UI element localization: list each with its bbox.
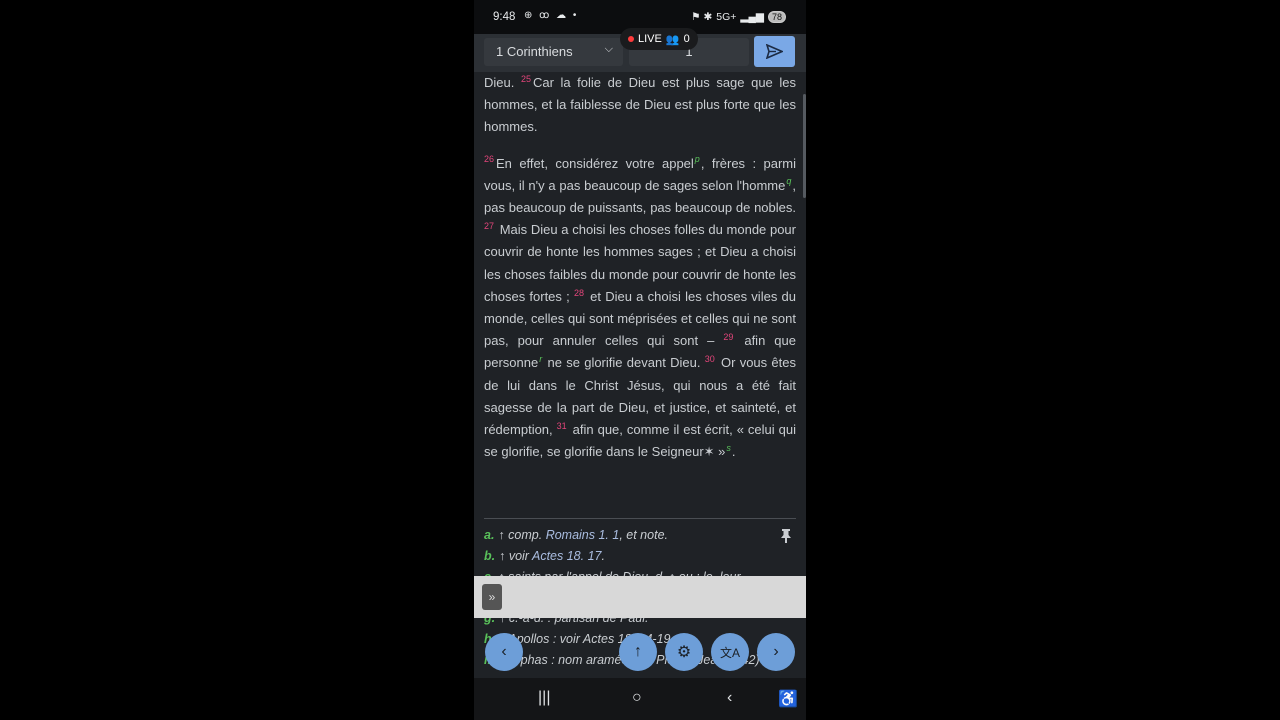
footnote-marker[interactable]: q: [786, 176, 791, 186]
home-button[interactable]: ○: [632, 689, 642, 707]
translate-button[interactable]: 文A: [711, 633, 749, 671]
network-label: 5G+: [716, 11, 737, 23]
live-dot-icon: [628, 36, 634, 42]
bible-text: Dieu. 25 Car la folie de Dieu est plus sa…: [484, 72, 796, 463]
back-button[interactable]: ‹: [727, 689, 732, 707]
pin-icon[interactable]: [780, 528, 792, 544]
footnote-reference: Romains 1. 1: [545, 528, 620, 542]
footnote-letter: b.: [484, 549, 496, 563]
next-chapter-button[interactable]: ›: [757, 633, 795, 671]
phone-screen: 9:48 ⊕ ꝏ ☁ • ⚑ ✱ 5G+ ▂▄▆ 78 1 Corinthien…: [474, 0, 806, 720]
footnote[interactable]: a. ↑ comp. Romains 1. 1, et note.: [484, 525, 784, 546]
book-select[interactable]: 1 Corinthiens ⌵: [484, 38, 623, 66]
verse-text: En effet, considérez votre appel: [496, 155, 694, 171]
footnote-reference: Actes 18. 17: [531, 549, 602, 563]
live-label: LIVE: [638, 33, 662, 45]
verse-text: Dieu.: [484, 75, 521, 90]
recents-button[interactable]: |||: [538, 689, 550, 707]
verse-number: 28: [573, 287, 584, 298]
previous-chapter-button[interactable]: ‹: [485, 633, 523, 671]
scroll-top-button[interactable]: ↑: [619, 633, 657, 671]
signal-icon: ⚑ ✱: [691, 11, 713, 23]
footnote-text: .: [601, 549, 605, 563]
scrollbar[interactable]: [803, 94, 806, 198]
paragraph: 26 En effet, considérez votre appelp, frè…: [484, 153, 796, 464]
verse-number: 31: [556, 420, 567, 431]
collapsed-panel: »: [474, 576, 806, 618]
verse-text: ne se glorifie devant Dieu.: [543, 355, 705, 371]
footnote-text: ↑ voir: [499, 549, 532, 563]
footnote[interactable]: b. ↑ voir Actes 18. 17.: [484, 546, 784, 567]
verse-number: 25: [520, 73, 531, 84]
gear-icon: ⚙: [676, 644, 692, 661]
verse-number: 26: [484, 154, 495, 165]
verse-text: .: [731, 444, 736, 460]
footnote-letter: a.: [484, 528, 495, 542]
system-nav-bar: ||| ○ ‹ ♿: [474, 678, 806, 720]
viewers-icon: 👥: [665, 33, 680, 46]
notification-icons: ⊕ ꝏ ☁ •: [524, 10, 579, 21]
battery-icon: 78: [767, 11, 786, 23]
footnote-text: ↑ comp.: [498, 528, 546, 542]
accessibility-button[interactable]: ♿: [778, 689, 798, 709]
paragraph: Dieu. 25 Car la folie de Dieu est plus sa…: [484, 72, 796, 139]
footnote-marker[interactable]: p: [695, 154, 700, 164]
viewers-count: 0: [683, 33, 690, 45]
expand-panel-button[interactable]: »: [482, 584, 502, 610]
translate-icon: 文A: [719, 645, 740, 660]
verse-number: 29: [723, 331, 734, 342]
chevron-right-icon: ›: [773, 643, 779, 660]
footnote-marker[interactable]: s: [726, 443, 731, 453]
chevron-left-icon: ‹: [501, 643, 507, 660]
verse-number: 30: [704, 354, 715, 365]
divider: [484, 518, 796, 519]
status-time: 9:48: [493, 11, 516, 23]
signal-bars-icon: ▂▄▆: [740, 11, 764, 23]
verse-number: 27: [484, 220, 495, 231]
send-icon: [766, 44, 783, 59]
book-select-label: 1 Corinthiens: [496, 44, 573, 59]
go-button[interactable]: [754, 36, 795, 67]
status-right: ⚑ ✱ 5G+ ▂▄▆ 78: [691, 11, 786, 23]
footnote-marker[interactable]: r: [539, 354, 542, 364]
footnote-text: ↑ Apollos : voir Actes 18. 24-19. 1: [499, 632, 685, 646]
arrow-up-icon: ↑: [634, 643, 642, 660]
chevron-down-icon: ⌵: [604, 43, 613, 55]
settings-button[interactable]: ⚙: [665, 633, 703, 671]
live-badge[interactable]: LIVE 👥 0: [620, 28, 698, 50]
footnote-text: , et note.: [619, 528, 668, 542]
